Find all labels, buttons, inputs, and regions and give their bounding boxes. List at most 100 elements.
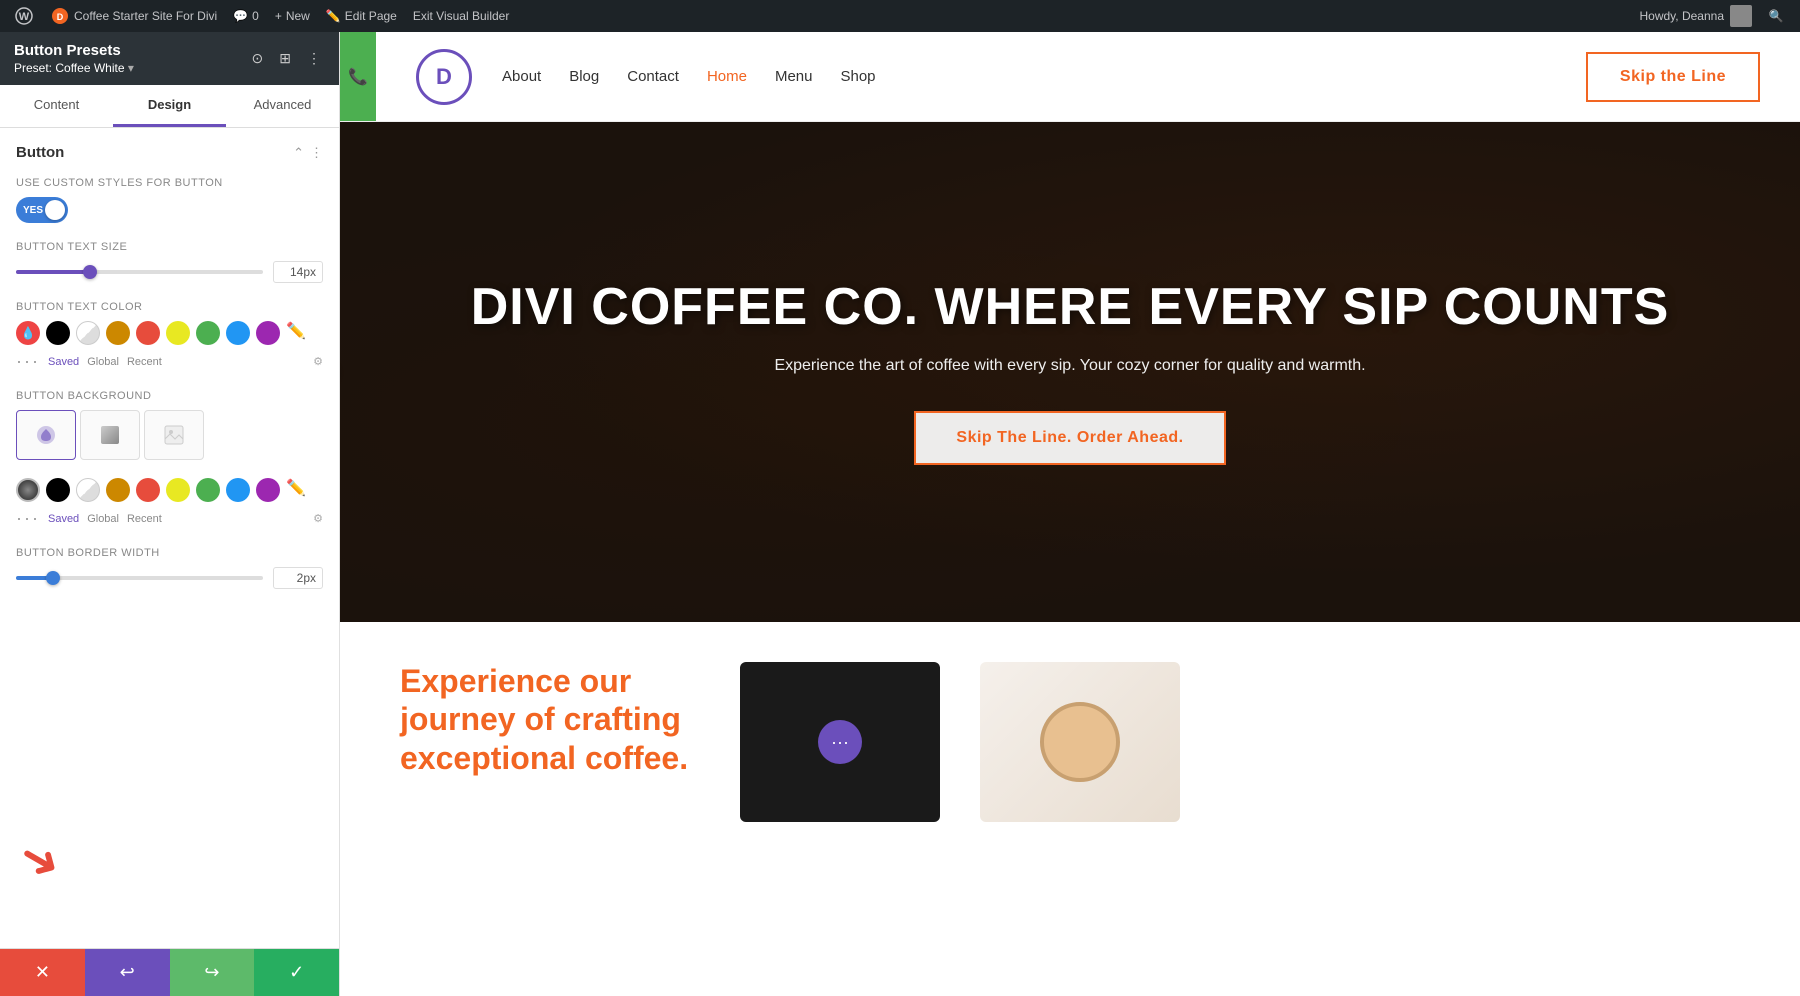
pencil-icon-swatch[interactable]: ✏️ xyxy=(286,321,310,345)
bg-tab-color[interactable] xyxy=(16,410,76,460)
below-text: Experience our journey of crafting excep… xyxy=(400,662,700,777)
bottom-color-field: ✏️ ··· Saved Global Recent ⚙ xyxy=(16,478,323,529)
bottom-swatch-meta: ··· Saved Global Recent ⚙ xyxy=(16,508,323,529)
undo-button[interactable]: ↩ xyxy=(85,949,170,996)
site-icon: D xyxy=(52,8,68,24)
bottom-more-dots[interactable]: ··· xyxy=(16,508,40,529)
bg-tab-image[interactable] xyxy=(144,410,204,460)
admin-bar-edit-page[interactable]: ✏️ Edit Page xyxy=(318,0,405,32)
custom-styles-toggle[interactable]: YES xyxy=(16,197,68,223)
color-swatch-purple[interactable] xyxy=(256,321,280,345)
section-title: Button xyxy=(16,144,64,161)
border-width-slider-row: 2px xyxy=(16,567,323,589)
site-nav: 📞 D About Blog Contact Home Menu Shop Sk… xyxy=(340,32,1800,122)
panel-footer: ✕ ↩ ↪ ✓ xyxy=(0,948,339,996)
bottom-transparent-swatch[interactable] xyxy=(76,478,100,502)
below-fold: Experience our journey of crafting excep… xyxy=(340,622,1800,996)
nav-link-menu[interactable]: Menu xyxy=(775,68,813,85)
gear-icon[interactable]: ⚙ xyxy=(313,355,323,368)
color-swatch-transparent[interactable] xyxy=(76,321,100,345)
phone-tab[interactable]: 📞 xyxy=(340,32,376,121)
admin-bar-search[interactable]: 🔍 xyxy=(1760,0,1792,32)
cancel-button[interactable]: ✕ xyxy=(0,949,85,996)
left-panel: Button Presets Preset: Coffee White ▾ ⊙ … xyxy=(0,32,340,996)
svg-text:D: D xyxy=(57,12,64,22)
border-width-slider-track[interactable] xyxy=(16,576,263,580)
text-size-value[interactable]: 14px xyxy=(273,261,323,283)
panel-more-icon[interactable]: ⋮ xyxy=(303,46,325,71)
nav-link-shop[interactable]: Shop xyxy=(840,68,875,85)
toggle-knob xyxy=(45,200,65,220)
admin-bar-site-name[interactable]: D Coffee Starter Site For Divi xyxy=(44,0,225,32)
phone-icon: 📞 xyxy=(348,67,368,87)
color-swatch-green[interactable] xyxy=(196,321,220,345)
color-swatch-black[interactable] xyxy=(46,321,70,345)
saved-label[interactable]: Saved xyxy=(48,356,79,368)
wp-admin-bar: W D Coffee Starter Site For Divi 💬 0 + N… xyxy=(0,0,1800,32)
color-swatch-red[interactable] xyxy=(136,321,160,345)
bottom-recent-label[interactable]: Recent xyxy=(127,513,162,525)
nav-link-blog[interactable]: Blog xyxy=(569,68,599,85)
confirm-button[interactable]: ✓ xyxy=(254,949,339,996)
bottom-red-swatch[interactable] xyxy=(136,478,160,502)
user-avatar xyxy=(1730,5,1752,27)
toggle-yes-label: YES xyxy=(23,205,43,216)
border-width-value[interactable]: 2px xyxy=(273,567,323,589)
tab-advanced[interactable]: Advanced xyxy=(226,85,339,127)
hero-content: DIVI COFFEE CO. WHERE EVERY SIP COUNTS E… xyxy=(471,279,1670,464)
panel-title: Button Presets xyxy=(14,42,134,59)
panel-target-icon[interactable]: ⊙ xyxy=(248,46,268,71)
border-width-label: Button Border Width xyxy=(16,547,323,559)
bottom-blue-swatch[interactable] xyxy=(226,478,250,502)
play-button[interactable]: ··· xyxy=(818,720,862,764)
background-label: Button Background xyxy=(16,390,323,402)
color-swatch-yellow[interactable] xyxy=(166,321,190,345)
section-menu-btn[interactable]: ⋮ xyxy=(310,145,323,161)
wp-logo-icon[interactable]: W xyxy=(8,0,40,32)
panel-header-actions: ⊙ ⊞ ⋮ xyxy=(248,46,325,71)
bottom-black-swatch[interactable] xyxy=(46,478,70,502)
below-title: Experience our journey of crafting excep… xyxy=(400,662,700,777)
site-preview: 📞 D About Blog Contact Home Menu Shop Sk… xyxy=(340,32,1800,996)
bg-tab-gradient[interactable] xyxy=(80,410,140,460)
admin-bar-new[interactable]: + New xyxy=(267,0,318,32)
global-label[interactable]: Global xyxy=(87,356,119,368)
section-collapse-btn[interactable]: ⌃ xyxy=(293,145,304,161)
bottom-saved-label[interactable]: Saved xyxy=(48,513,79,525)
nav-link-contact[interactable]: Contact xyxy=(627,68,679,85)
border-width-field: Button Border Width 2px xyxy=(16,547,323,589)
admin-bar-comments[interactable]: 💬 0 xyxy=(225,0,267,32)
bottom-yellow-swatch[interactable] xyxy=(166,478,190,502)
play-icon: ··· xyxy=(831,732,849,753)
bottom-brown-swatch[interactable] xyxy=(106,478,130,502)
text-color-field: Button Text Color 💧 ✏️ ··· xyxy=(16,301,323,372)
bottom-global-label[interactable]: Global xyxy=(87,513,119,525)
nav-link-home[interactable]: Home xyxy=(707,68,747,85)
redo-button[interactable]: ↪ xyxy=(170,949,255,996)
search-icon: 🔍 xyxy=(1769,9,1784,23)
color-swatch-brown[interactable] xyxy=(106,321,130,345)
admin-bar-howdy[interactable]: Howdy, Deanna xyxy=(1632,0,1761,32)
panel-preset: Preset: Coffee White ▾ xyxy=(14,61,134,75)
bottom-eyedropper-swatch[interactable] xyxy=(16,478,40,502)
eyedropper-swatch[interactable]: 💧 xyxy=(16,321,40,345)
site-skip-btn[interactable]: Skip the Line xyxy=(1586,52,1760,102)
section-header: Button ⌃ ⋮ xyxy=(16,144,323,161)
bottom-gear-icon[interactable]: ⚙ xyxy=(313,512,323,525)
more-dots[interactable]: ··· xyxy=(16,351,40,372)
text-size-slider-track[interactable] xyxy=(16,270,263,274)
bottom-pencil-swatch[interactable]: ✏️ xyxy=(286,478,310,502)
text-size-field: Button Text Size 14px xyxy=(16,241,323,283)
bottom-green-swatch[interactable] xyxy=(196,478,220,502)
nav-link-about[interactable]: About xyxy=(502,68,541,85)
tab-content[interactable]: Content xyxy=(0,85,113,127)
hero-cta-button[interactable]: Skip The Line. Order Ahead. xyxy=(914,411,1225,465)
panel-layout-icon[interactable]: ⊞ xyxy=(275,46,295,71)
hero-title: DIVI COFFEE CO. WHERE EVERY SIP COUNTS xyxy=(471,279,1670,336)
bottom-purple-swatch[interactable] xyxy=(256,478,280,502)
color-swatch-blue[interactable] xyxy=(226,321,250,345)
recent-label[interactable]: Recent xyxy=(127,356,162,368)
text-color-swatches: 💧 ✏️ xyxy=(16,321,323,345)
tab-design[interactable]: Design xyxy=(113,85,226,127)
admin-bar-exit-builder[interactable]: Exit Visual Builder xyxy=(405,0,518,32)
